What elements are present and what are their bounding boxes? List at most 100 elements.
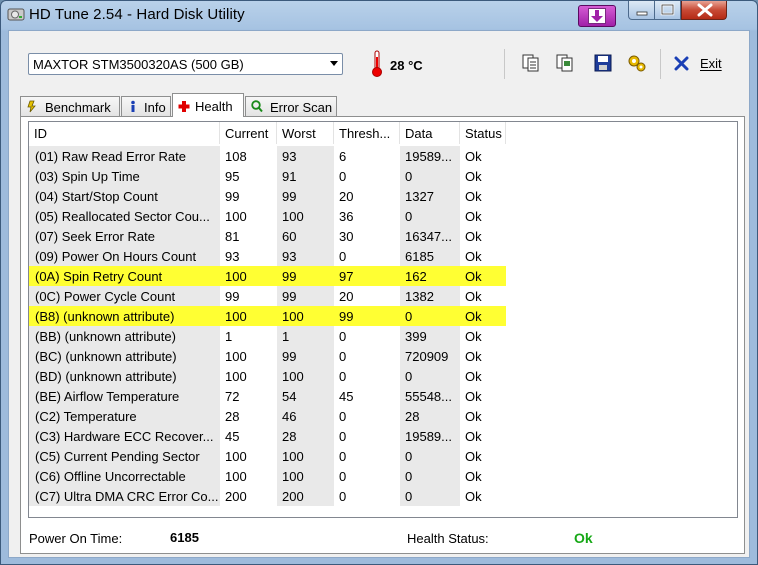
- table-cell: 91: [277, 166, 334, 186]
- tab-health[interactable]: Health: [172, 93, 244, 117]
- table-cell: Ok: [465, 389, 482, 404]
- minimize-button[interactable]: [628, 1, 655, 20]
- table-cell: (C6) Offline Uncorrectable: [29, 466, 220, 486]
- table-cell: 1: [225, 329, 233, 344]
- info-icon: [131, 100, 135, 112]
- column-header[interactable]: ID: [29, 122, 220, 144]
- maximize-button[interactable]: [655, 1, 681, 20]
- tab-error-scan[interactable]: Error Scan: [245, 96, 337, 116]
- column-header[interactable]: Worst: [277, 122, 334, 144]
- column-header[interactable]: Data: [400, 122, 460, 144]
- power-on-time-value: 6185: [170, 530, 199, 545]
- update-button[interactable]: [578, 5, 616, 27]
- table-cell: 100: [220, 266, 277, 286]
- table-cell: Ok: [465, 469, 482, 484]
- tab-benchmark[interactable]: Benchmark: [20, 96, 120, 116]
- table-cell: 99: [277, 266, 334, 286]
- table-cell: 100: [277, 466, 334, 486]
- table-cell: 100: [277, 446, 334, 466]
- column-header[interactable]: Thresh...: [334, 122, 400, 144]
- table-row[interactable]: (BD) (unknown attribute) 100 100 0 0 Ok: [29, 366, 737, 386]
- table-cell: (BC) (unknown attribute): [29, 346, 220, 366]
- tab-info[interactable]: Info: [121, 96, 171, 116]
- table-row[interactable]: (B8) (unknown attribute) 100 100 99 0 Ok: [29, 306, 737, 326]
- table-cell: 46: [277, 406, 334, 426]
- close-icon: [697, 3, 713, 17]
- save-icon[interactable]: [593, 53, 613, 73]
- table-cell: (C3) Hardware ECC Recover...: [29, 426, 220, 446]
- table-cell: 28: [277, 426, 334, 446]
- window-title: HD Tune 2.54 - Hard Disk Utility: [29, 6, 245, 23]
- table-row[interactable]: (0C) Power Cycle Count 99 99 20 1382 Ok: [29, 286, 737, 306]
- table-row[interactable]: (05) Reallocated Sector Cou... 100 100 36 0 O…: [29, 206, 737, 226]
- tab-label: Health: [195, 99, 233, 114]
- table-cell: 0: [339, 169, 347, 184]
- table-row[interactable]: (C7) Ultra DMA CRC Error Co... 200 200 0 0 Ok: [29, 486, 737, 506]
- table-row[interactable]: (07) Seek Error Rate 81 60 30 16347... Ok: [29, 226, 737, 246]
- table-cell: 1382: [400, 286, 460, 306]
- table-cell: 200: [277, 486, 334, 506]
- title-bar[interactable]: HD Tune 2.54 - Hard Disk Utility: [1, 1, 757, 29]
- table-cell: (C5) Current Pending Sector: [29, 446, 220, 466]
- table-cell: Ok: [465, 329, 482, 344]
- table-cell: 0: [400, 206, 460, 226]
- download-arrow-icon: [588, 8, 606, 24]
- table-cell: (03) Spin Up Time: [29, 166, 220, 186]
- table-cell: 100: [277, 366, 334, 386]
- table-cell: Ok: [465, 169, 482, 184]
- table-cell: 0: [339, 489, 347, 504]
- table-cell: 0: [339, 249, 347, 264]
- table-cell: 100: [225, 349, 247, 364]
- table-row[interactable]: (C3) Hardware ECC Recover... 45 28 0 19589..…: [29, 426, 737, 446]
- table-cell: 0: [400, 446, 460, 466]
- table-cell: (B8) (unknown attribute): [29, 306, 220, 326]
- benchmark-icon: [27, 100, 36, 113]
- table-cell: 100: [277, 206, 334, 226]
- smart-attributes-table[interactable]: ID Current Worst Thresh... Data Status (01) R…: [28, 121, 738, 518]
- temperature-readout: 28 °C: [390, 58, 423, 73]
- table-cell: 95: [225, 169, 240, 184]
- table-row[interactable]: (0A) Spin Retry Count 100 99 97 162 Ok: [29, 266, 737, 286]
- table-cell: (BD) (unknown attribute): [29, 366, 220, 386]
- table-cell: (C7) Ultra DMA CRC Error Co...: [29, 486, 220, 506]
- table-cell: Ok: [465, 289, 482, 304]
- table-cell: 162: [400, 266, 460, 286]
- table-cell: 72: [225, 389, 240, 404]
- table-row[interactable]: (01) Raw Read Error Rate 108 93 6 19589... Ok: [29, 146, 737, 166]
- copy-screenshot-icon[interactable]: [555, 53, 575, 73]
- column-header[interactable]: Current: [220, 122, 277, 144]
- exit-button[interactable]: Exit: [674, 54, 730, 74]
- table-cell: (07) Seek Error Rate: [29, 226, 220, 246]
- options-gears-icon[interactable]: [627, 53, 647, 73]
- table-row[interactable]: (04) Start/Stop Count 99 99 20 1327 Ok: [29, 186, 737, 206]
- table-row[interactable]: (C6) Offline Uncorrectable 100 100 0 0 Ok: [29, 466, 737, 486]
- table-row[interactable]: (BC) (unknown attribute) 100 99 0 720909 Ok: [29, 346, 737, 366]
- table-row[interactable]: (C2) Temperature 28 46 0 28 Ok: [29, 406, 737, 426]
- table-cell: (BB) (unknown attribute): [29, 326, 220, 346]
- table-cell: 0: [339, 349, 347, 364]
- table-cell: Ok: [465, 209, 482, 224]
- table-cell: (0C) Power Cycle Count: [29, 286, 220, 306]
- close-button[interactable]: [681, 1, 727, 20]
- tab-label: Error Scan: [270, 100, 333, 115]
- table-cell: 0: [400, 306, 460, 326]
- table-row[interactable]: (BE) Airflow Temperature 72 54 45 55548... Ok: [29, 386, 737, 406]
- table-cell: 45: [339, 389, 354, 404]
- table-cell: 28: [400, 406, 460, 426]
- table-row[interactable]: (C5) Current Pending Sector 100 100 0 0 Ok: [29, 446, 737, 466]
- table-row[interactable]: (09) Power On Hours Count 93 93 0 6185 Ok: [29, 246, 737, 266]
- table-cell: Ok: [465, 149, 482, 164]
- table-cell: 19589...: [400, 426, 460, 446]
- table-header: ID Current Worst Thresh... Data Status: [29, 122, 737, 144]
- table-cell: Ok: [465, 249, 482, 264]
- table-cell: Ok: [465, 409, 482, 424]
- table-cell: Ok: [465, 369, 482, 384]
- thermometer-icon: [372, 50, 382, 77]
- column-header[interactable]: Status: [460, 122, 506, 144]
- drive-select[interactable]: MAXTOR STM3500320AS (500 GB): [28, 53, 343, 75]
- error-scan-icon: [251, 100, 263, 113]
- table-row[interactable]: (BB) (unknown attribute) 1 1 0 399 Ok: [29, 326, 737, 346]
- table-row[interactable]: (03) Spin Up Time 95 91 0 0 Ok: [29, 166, 737, 186]
- table-cell: (09) Power On Hours Count: [29, 246, 220, 266]
- copy-text-icon[interactable]: [521, 53, 541, 73]
